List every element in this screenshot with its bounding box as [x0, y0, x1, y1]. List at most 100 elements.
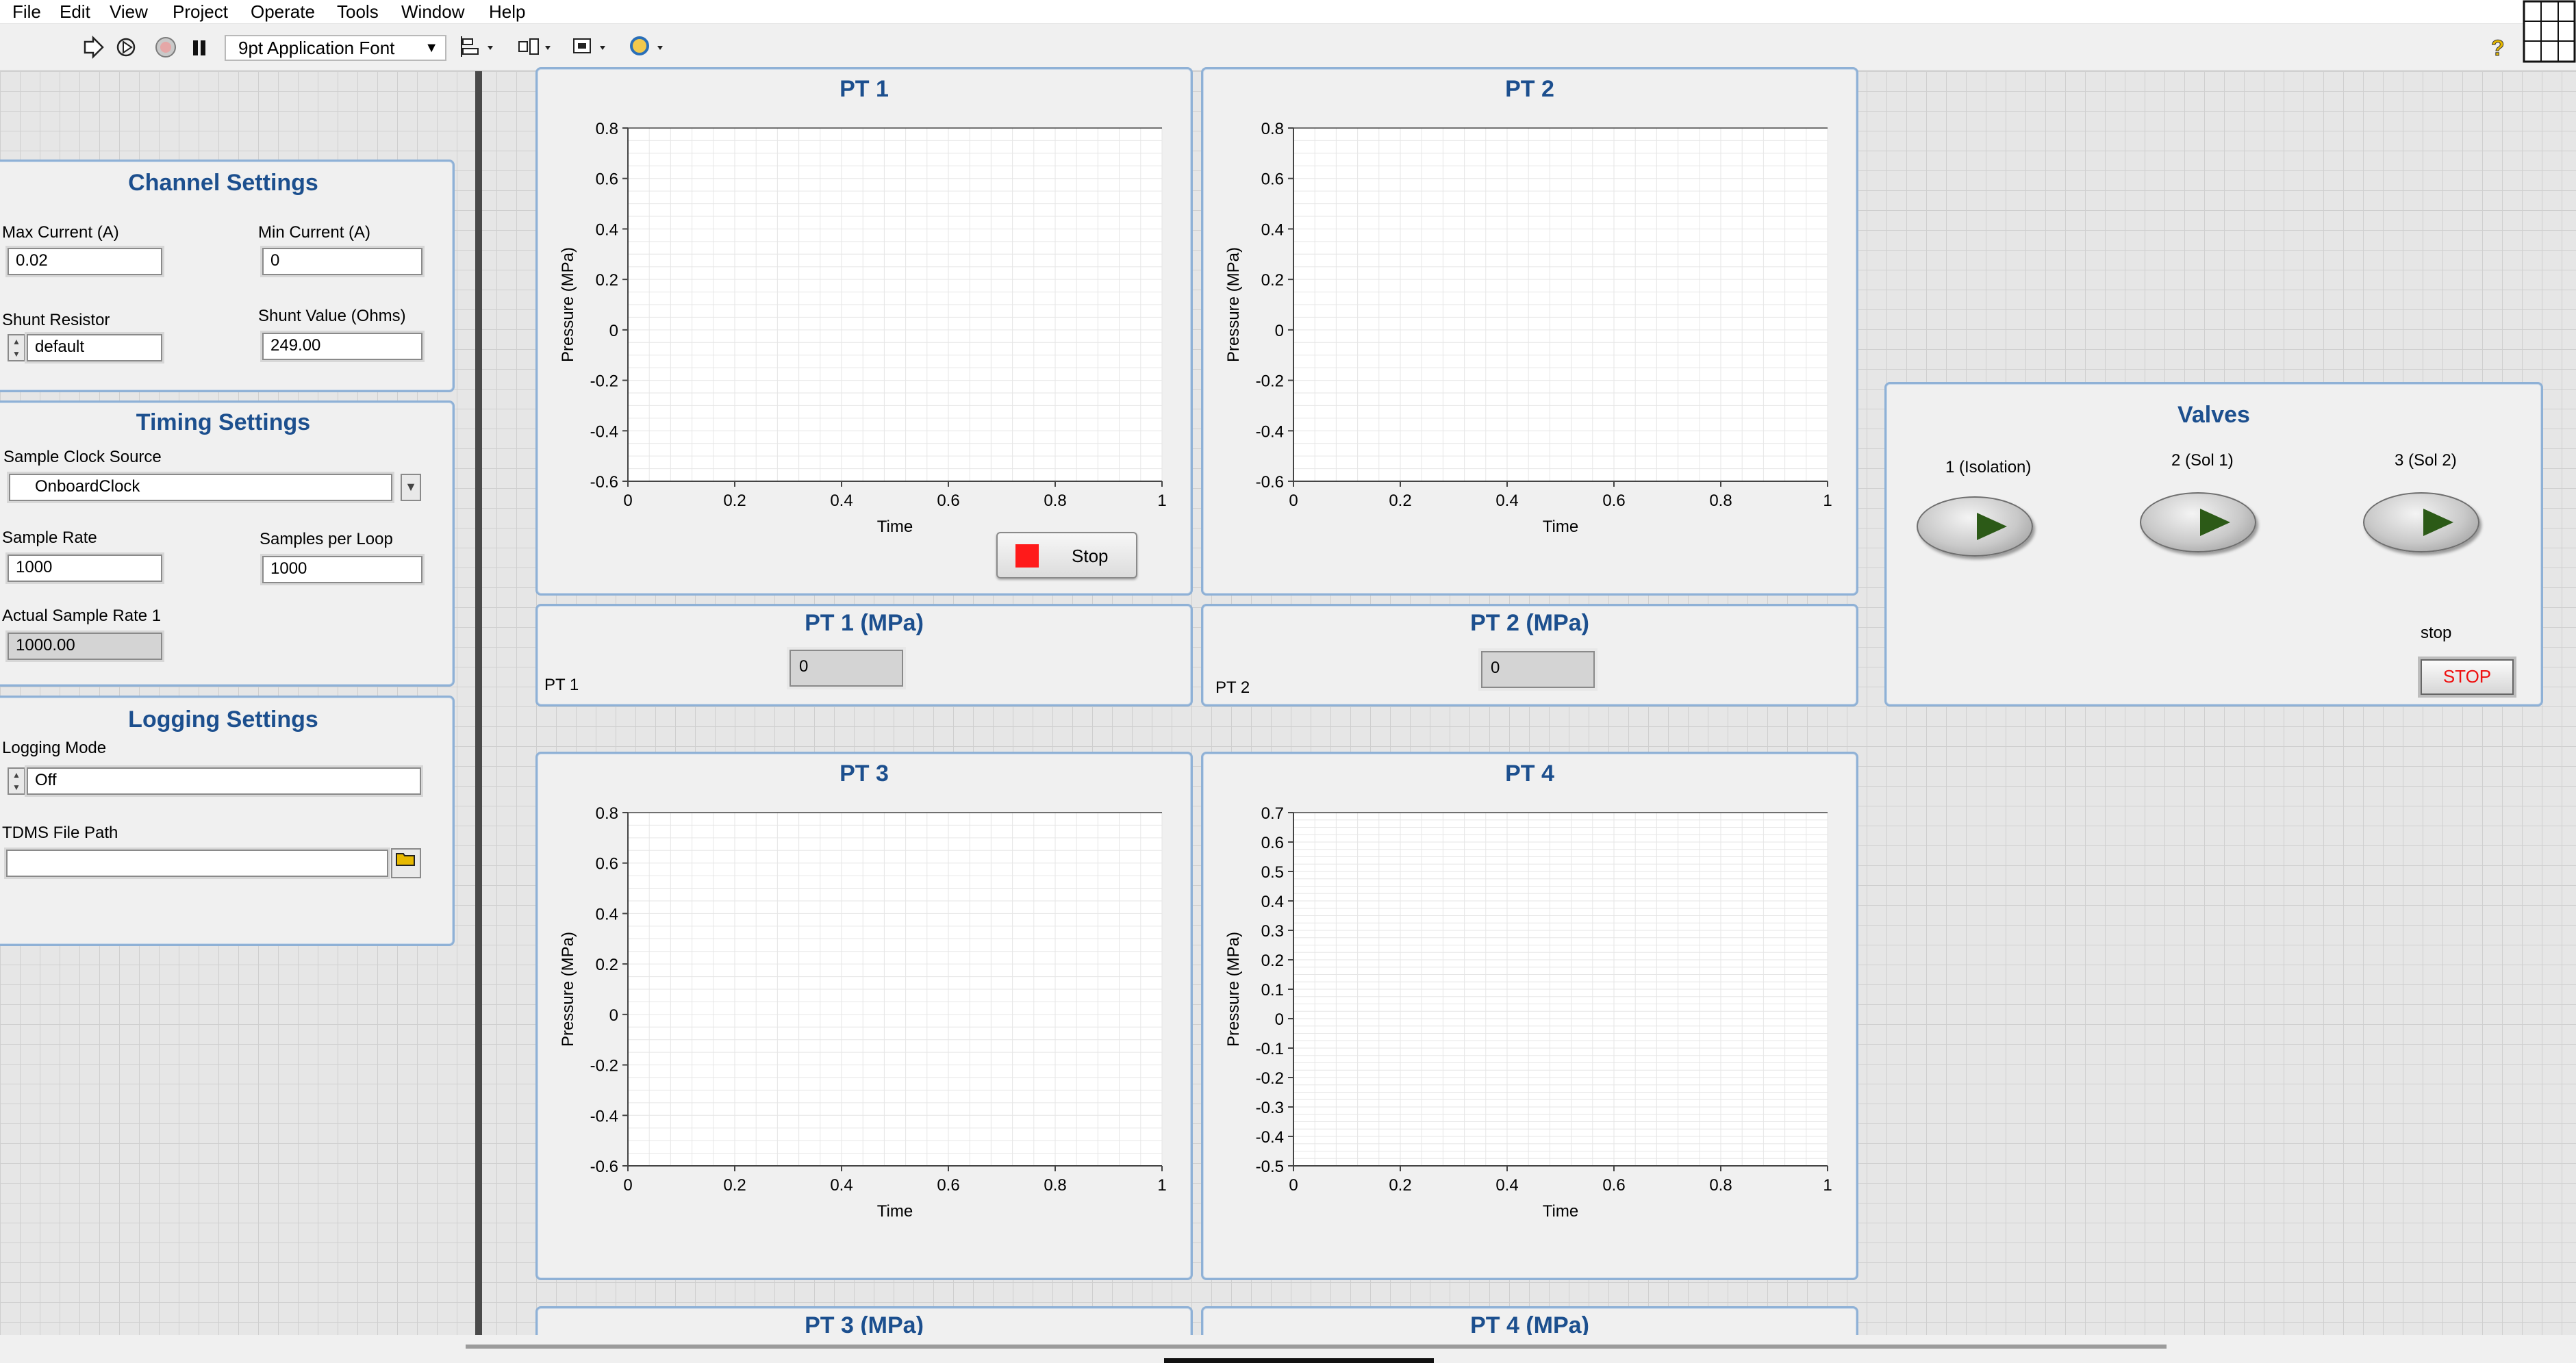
chevron-down-icon[interactable]: ▼ [401, 474, 421, 501]
x-tick-label: 0.4 [1495, 492, 1518, 510]
pt1-indicator-label: PT 1 [544, 676, 579, 694]
menu-window[interactable]: Window [401, 0, 464, 23]
pt4-graph-panel: PT 4 0.7 0.6 0.5 0.4 0.3 0.2 0.1 0 -0.1 -0.2 -0.3-… [1201, 752, 1858, 1280]
stop-button[interactable]: Stop [996, 532, 1137, 578]
valves-stop-button[interactable]: STOP [2421, 659, 2514, 695]
menu-operate[interactable]: Operate [251, 0, 315, 23]
pt1-chart: 0.8 0.6 0.4 0.2 0 -0.2 -0.4 -0.6 0 0.2 0.4 0.6 0.8 1 T… [559, 120, 1167, 536]
pt1-graph-panel: PT 1 0.8 0.6 0.4 0.2 0 -0.2 -0.4 -0.6 0 0.2 0.4 0.6… [535, 67, 1193, 596]
sample-clock-select[interactable]: OnboardClock [9, 474, 392, 501]
menu-project[interactable]: Project [173, 0, 228, 23]
samples-per-loop-field[interactable]: 1000 [262, 556, 422, 583]
scrollbar-track[interactable] [466, 1345, 2167, 1349]
font-select-value: 9pt Application Font [238, 38, 395, 58]
min-current-field[interactable]: 0 [262, 248, 422, 275]
pane-splitter[interactable] [475, 71, 482, 1335]
font-select[interactable]: 9pt Application Font ▼ [225, 35, 446, 61]
x-tick-label: 0.8 [1044, 1176, 1066, 1195]
help-icon[interactable]: ? [2487, 35, 2509, 60]
x-tick-label: 1 [1823, 1176, 1832, 1195]
y-axis-label: Pressure (MPa) [1224, 932, 1243, 1047]
x-tick-label: 0.2 [1389, 492, 1411, 510]
valve-2-toggle[interactable] [2140, 492, 2256, 552]
resize-objects-icon[interactable] [571, 35, 612, 60]
y-tick-label: -0.2 [590, 1057, 618, 1075]
tdms-path-field[interactable] [6, 850, 388, 877]
y-tick-label: 0 [609, 322, 618, 340]
x-tick-label: 0.6 [937, 492, 959, 510]
run-continuously-icon[interactable] [114, 35, 141, 60]
y-tick-label: 0.6 [596, 170, 618, 189]
menu-file[interactable]: File [12, 0, 41, 23]
y-tick-label: 0.6 [1261, 170, 1284, 189]
pt1-value-indicator: 0 [790, 650, 903, 687]
shunt-value-field[interactable]: 249.00 [262, 333, 422, 360]
x-tick-label: 0 [1289, 1176, 1298, 1195]
y-tick-label: 0.7 [1261, 804, 1284, 823]
menu-edit[interactable]: Edit [60, 0, 90, 23]
valve-1-toggle[interactable] [1917, 496, 2033, 557]
actual-sample-rate-label: Actual Sample Rate 1 [2, 607, 162, 625]
x-tick-label: 0.2 [1389, 1176, 1411, 1195]
timing-settings-title: Timing Settings [136, 409, 311, 435]
connector-pane-icon[interactable] [2523, 0, 2576, 64]
valves-panel: Valves 1 (Isolation) 2 (Sol 1) 3 (Sol 2)… [1884, 382, 2543, 706]
menu-view[interactable]: View [110, 0, 148, 23]
stop-square-icon [1015, 544, 1039, 568]
logging-mode-ring[interactable]: Off [27, 767, 421, 795]
y-tick-label: -0.2 [590, 372, 618, 391]
channel-settings-panel: Channel Settings Max Current (A) 0.02 Mi… [0, 160, 455, 392]
y-tick-label: 0.8 [1261, 120, 1284, 138]
logging-mode-increment[interactable]: ▲ ▼ [8, 767, 25, 795]
pt2-chart: 0.8 0.6 0.4 0.2 0 -0.2 -0.4 -0.6 0 0.2 0.4 0.6 0.8 1 T… [1224, 120, 1832, 536]
y-axis-label: Pressure (MPa) [559, 247, 577, 362]
reorder-icon[interactable] [629, 35, 670, 60]
menu-tools[interactable]: Tools [337, 0, 379, 23]
valve-3-toggle[interactable] [2363, 492, 2479, 552]
menu-bar: File Edit View Project Operate Tools Win… [0, 0, 2576, 24]
align-objects-icon[interactable] [460, 35, 498, 60]
shunt-resistor-ring[interactable]: default [27, 334, 162, 361]
sample-rate-label: Sample Rate [2, 528, 97, 547]
pt2-indicator-title: PT 2 (MPa) [1470, 610, 1589, 636]
x-tick-label: 0.8 [1709, 492, 1732, 510]
valve-2-led-icon [2200, 509, 2230, 536]
x-tick-label: 1 [1157, 492, 1166, 510]
toolbar: 9pt Application Font ▼ ? [0, 0, 2576, 71]
y-axis-label: Pressure (MPa) [1224, 247, 1243, 362]
y-tick-label: 0.2 [1261, 271, 1284, 290]
folder-browse-icon[interactable] [391, 848, 421, 878]
x-axis-label: Time [1543, 1202, 1578, 1221]
abort-icon[interactable] [153, 35, 178, 60]
run-arrow-icon[interactable] [81, 35, 105, 60]
y-tick-label: 0.4 [1261, 893, 1284, 911]
x-tick-label: 0.2 [723, 492, 746, 510]
y-tick-label: -0.6 [590, 1158, 618, 1176]
x-tick-label: 0.4 [1495, 1176, 1518, 1195]
y-tick-label: -0.4 [1256, 422, 1284, 441]
y-tick-label: 0 [1275, 322, 1284, 340]
svg-text:?: ? [2491, 36, 2505, 60]
y-tick-label: 0.3 [1261, 922, 1284, 941]
min-current-label: Min Current (A) [258, 223, 371, 242]
stop-button-label: Stop [1072, 546, 1109, 566]
pt1-indicator-title: PT 1 (MPa) [805, 610, 924, 636]
y-tick-label: 0.8 [596, 804, 618, 823]
x-axis-label: Time [877, 1202, 913, 1221]
x-tick-label: 0.8 [1709, 1176, 1732, 1195]
y-tick-label: -0.2 [1256, 1069, 1284, 1088]
sample-rate-field[interactable]: 1000 [8, 555, 162, 582]
y-tick-label: 0.1 [1261, 981, 1284, 999]
pt4-chart: 0.7 0.6 0.5 0.4 0.3 0.2 0.1 0 -0.1 -0.2 -0.3 -0.4 -0… [1224, 804, 1832, 1221]
max-current-field[interactable]: 0.02 [8, 248, 162, 275]
menu-help[interactable]: Help [489, 0, 525, 23]
pt2-graph-panel: PT 2 0.8 0.6 0.4 0.2 0 -0.2 -0.4 -0.6 0 0.2 0.4 0.6… [1201, 67, 1858, 596]
y-tick-label: -0.4 [1256, 1128, 1284, 1147]
shunt-resistor-increment[interactable]: ▲ ▼ [8, 334, 25, 361]
x-tick-label: 0 [623, 492, 632, 510]
y-tick-label: -0.4 [590, 1107, 618, 1125]
horizontal-scrollbar[interactable] [0, 1335, 2576, 1363]
distribute-objects-icon[interactable] [515, 35, 556, 60]
pause-icon[interactable] [189, 35, 210, 60]
scrollbar-thumb[interactable] [1164, 1358, 1434, 1363]
